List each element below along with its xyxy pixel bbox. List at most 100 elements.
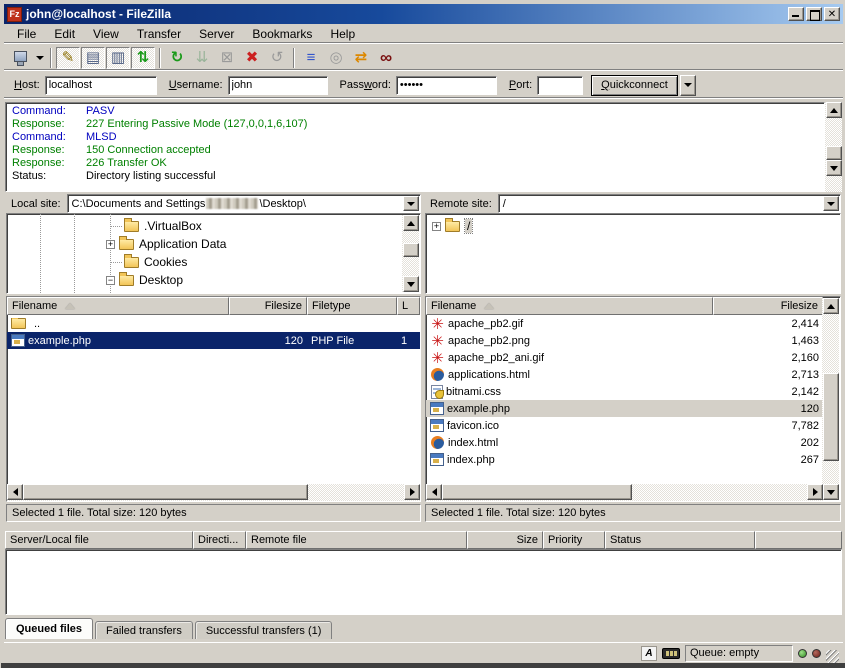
collapse-minus-icon[interactable]: −: [106, 276, 115, 285]
column-status[interactable]: Status: [605, 531, 755, 549]
close-button[interactable]: [824, 7, 840, 21]
username-input[interactable]: [228, 76, 328, 95]
synchronized-browsing-button[interactable]: ⇄: [349, 47, 373, 69]
scroll-up-icon[interactable]: [403, 215, 419, 231]
local-tree[interactable]: .VirtualBox + Application Data Cookies −…: [6, 213, 421, 294]
reconnect-button[interactable]: ↺: [265, 47, 289, 69]
directory-comparison-button[interactable]: ◎: [324, 47, 348, 69]
menu-server[interactable]: Server: [190, 25, 243, 43]
column-size[interactable]: Size: [467, 531, 543, 549]
scrollbar-thumb[interactable]: [826, 146, 842, 160]
quickconnect-button[interactable]: Quickconnect: [591, 75, 678, 96]
file-row[interactable]: index.php 267: [426, 451, 823, 468]
file-row[interactable]: applications.html 2,713: [426, 366, 823, 383]
scroll-down-icon[interactable]: [403, 276, 419, 292]
toggle-transfer-queue-button[interactable]: ⇅: [131, 47, 155, 69]
port-input[interactable]: [537, 76, 583, 95]
file-row-selected[interactable]: example.php 120: [426, 400, 823, 417]
menu-view[interactable]: View: [84, 25, 128, 43]
local-file-list[interactable]: Filename Filesize Filetype L .. example.…: [6, 296, 421, 502]
column-priority[interactable]: Priority: [543, 531, 605, 549]
refresh-button[interactable]: ↻: [165, 47, 189, 69]
scroll-right-icon[interactable]: [404, 484, 420, 500]
expand-plus-icon[interactable]: +: [106, 240, 115, 249]
combo-dropdown-icon[interactable]: [823, 196, 839, 211]
column-filetype[interactable]: Filetype: [307, 297, 397, 315]
column-server-local-file[interactable]: Server/Local file: [5, 531, 193, 549]
scrollbar-thumb[interactable]: [823, 373, 839, 461]
file-row[interactable]: bitnami.css 2,142: [426, 383, 823, 400]
remote-tree[interactable]: + /: [425, 213, 841, 294]
toggle-local-tree-button[interactable]: ▤: [81, 47, 105, 69]
message-log-body[interactable]: Command:PASV Response:227 Entering Passi…: [5, 102, 825, 192]
host-input[interactable]: [45, 76, 157, 95]
menu-edit[interactable]: Edit: [45, 25, 84, 43]
tree-item-virtualbox[interactable]: .VirtualBox: [110, 217, 202, 235]
ascii-transfer-type-icon[interactable]: A: [641, 646, 657, 661]
local-site-combobox[interactable]: C:\Documents and Settings\Desktop\: [67, 194, 421, 213]
quickconnect-dropdown[interactable]: [680, 75, 696, 96]
title-bar[interactable]: Fz john@localhost - FileZilla: [4, 4, 843, 24]
scrollbar-thumb[interactable]: [23, 484, 308, 500]
directory-listing-filters-button[interactable]: ≡: [299, 47, 323, 69]
tree-item-root[interactable]: + /: [432, 217, 472, 235]
tab-successful-transfers[interactable]: Successful transfers (1): [195, 621, 333, 639]
scroll-down-icon[interactable]: [823, 484, 839, 500]
process-queue-button[interactable]: ⇊: [190, 47, 214, 69]
site-manager-button[interactable]: [8, 47, 32, 69]
find-files-button[interactable]: ∞: [374, 47, 398, 69]
tab-failed-transfers[interactable]: Failed transfers: [95, 621, 193, 639]
column-direction[interactable]: Directi...: [193, 531, 246, 549]
scroll-left-icon[interactable]: [7, 484, 23, 500]
column-filesize[interactable]: Filesize: [229, 297, 307, 315]
scroll-up-icon[interactable]: [826, 102, 842, 118]
local-tree-scrollbar[interactable]: [402, 215, 419, 292]
tree-item-application-data[interactable]: + Application Data: [106, 235, 226, 253]
tree-item-desktop[interactable]: − Desktop: [106, 271, 183, 289]
log-scrollbar[interactable]: [825, 102, 842, 192]
column-filename[interactable]: Filename: [426, 297, 713, 315]
menu-bookmarks[interactable]: Bookmarks: [243, 25, 321, 43]
remote-file-list[interactable]: Filename Filesize ✳apache_pb2.gif 2,414 …: [425, 296, 841, 502]
scroll-down-icon[interactable]: [826, 160, 842, 176]
scrollbar-thumb[interactable]: [403, 243, 419, 257]
disconnect-button[interactable]: ✖: [240, 47, 264, 69]
column-remote-file[interactable]: Remote file: [246, 531, 467, 549]
remote-list-hscrollbar[interactable]: [426, 484, 823, 501]
file-row[interactable]: index.html 202: [426, 434, 823, 451]
scroll-up-icon[interactable]: [823, 298, 839, 314]
tab-queued-files[interactable]: Queued files: [5, 618, 93, 639]
maximize-button[interactable]: [806, 7, 822, 21]
password-input[interactable]: [396, 76, 497, 95]
toggle-message-log-button[interactable]: ✎: [56, 47, 80, 69]
local-list-hscrollbar[interactable]: [7, 484, 420, 501]
file-row[interactable]: ✳apache_pb2.png 1,463: [426, 332, 823, 349]
speed-limits-icon[interactable]: [662, 648, 680, 659]
column-last-modified[interactable]: L: [397, 297, 420, 315]
resize-grip[interactable]: [826, 650, 839, 663]
toggle-remote-tree-button[interactable]: ▥: [106, 47, 130, 69]
column-filesize[interactable]: Filesize: [713, 297, 823, 315]
cancel-operation-button[interactable]: ⊠: [215, 47, 239, 69]
expand-plus-icon[interactable]: +: [432, 222, 441, 231]
scrollbar-thumb[interactable]: [442, 484, 632, 500]
menu-file[interactable]: File: [8, 25, 45, 43]
file-row[interactable]: favicon.ico 7,782: [426, 417, 823, 434]
file-row-example-php[interactable]: example.php 120 PHP File 1: [7, 332, 420, 349]
file-row-parent-dir[interactable]: ..: [7, 315, 420, 332]
tree-item-cookies[interactable]: Cookies: [110, 253, 187, 271]
remote-list-scrollbar[interactable]: [822, 298, 839, 500]
menu-transfer[interactable]: Transfer: [128, 25, 190, 43]
remote-selection-status: Selected 1 file. Total size: 120 bytes: [425, 504, 841, 522]
remote-site-combobox[interactable]: /: [498, 194, 841, 213]
scroll-right-icon[interactable]: [807, 484, 823, 500]
menu-help[interactable]: Help: [321, 25, 364, 43]
combo-dropdown-icon[interactable]: [403, 196, 419, 211]
file-row[interactable]: ✳apache_pb2_ani.gif 2,160: [426, 349, 823, 366]
minimize-button[interactable]: [788, 7, 804, 21]
file-row[interactable]: ✳apache_pb2.gif 2,414: [426, 315, 823, 332]
queue-body[interactable]: [5, 549, 842, 615]
site-manager-dropdown[interactable]: [33, 47, 46, 69]
scroll-left-icon[interactable]: [426, 484, 442, 500]
column-filename[interactable]: Filename: [7, 297, 229, 315]
